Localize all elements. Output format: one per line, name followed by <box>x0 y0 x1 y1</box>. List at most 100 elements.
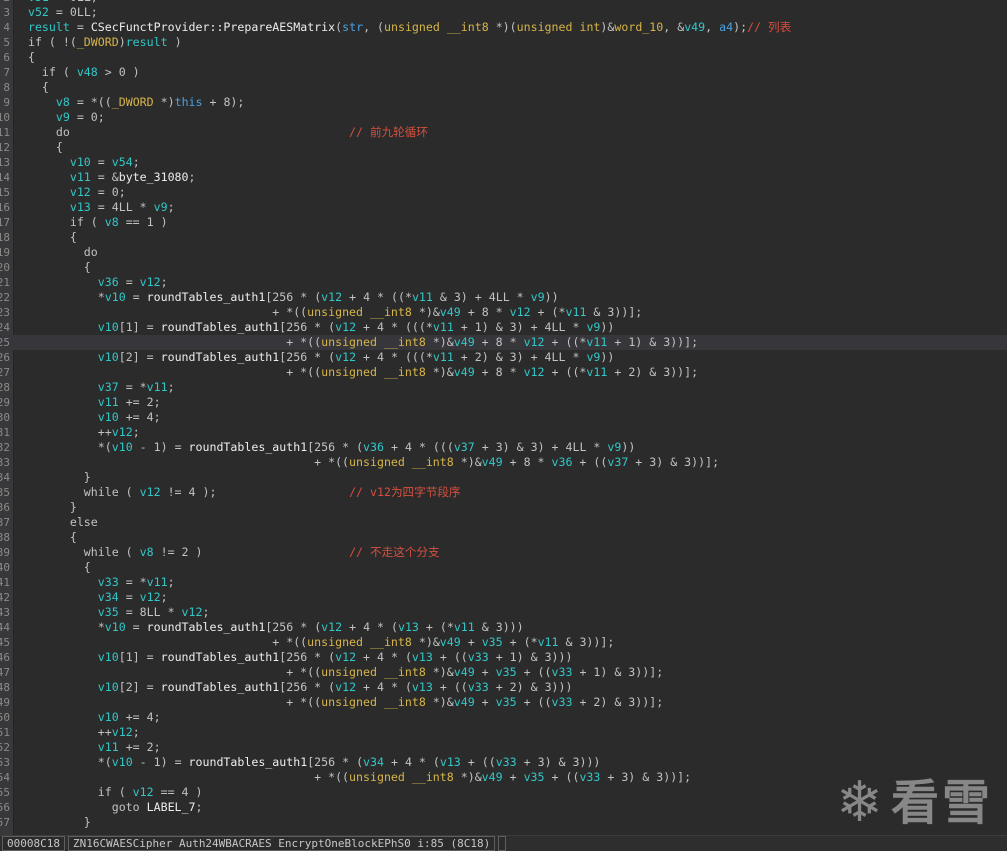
code-text: do // 前九轮循环 <box>14 125 428 139</box>
code-text: result = CSecFunctProvider::PrepareAESMa… <box>27 20 792 34</box>
code-line[interactable]: 4 result = CSecFunctProvider::PrepareAES… <box>0 20 1007 35</box>
line-number: 47 <box>0 666 10 679</box>
code-text: v36 = v12; <box>97 275 168 289</box>
code-text: v10[2] = roundTables_auth1[256 * (v12 + … <box>97 680 573 694</box>
code-text: { <box>14 50 35 64</box>
code-line[interactable]: 52 v11 += 2; <box>0 740 1007 755</box>
code-line[interactable]: 42 v34 = v12; <box>0 590 1007 605</box>
code-line[interactable]: 32 *(v10 - 1) = roundTables_auth1[256 * … <box>0 440 1007 455</box>
code-line[interactable]: 37 else <box>0 515 1007 530</box>
code-line[interactable]: 18 { <box>0 230 1007 245</box>
line-number: 43 <box>0 606 10 619</box>
code-line[interactable]: 53 *(v10 - 1) = roundTables_auth1[256 * … <box>0 755 1007 770</box>
code-line[interactable]: 39 while ( v8 != 2 ) // 不走这个分支 <box>0 545 1007 560</box>
line-number: 56 <box>0 801 10 814</box>
code-line[interactable]: 33 + *((unsigned __int8 *)&v49 + 8 * v36… <box>0 455 1007 470</box>
code-text: + *((unsigned __int8 *)&v49 + 8 * v12 + … <box>14 335 699 349</box>
code-text: + *((unsigned __int8 *)&v49 + v35 + ((v3… <box>14 665 664 679</box>
line-number: 8 <box>3 81 10 94</box>
code-line[interactable]: 46 v10[1] = roundTables_auth1[256 * (v12… <box>0 650 1007 665</box>
code-line[interactable]: 9 v8 = *((_DWORD *)this + 8); <box>0 95 1007 110</box>
code-line[interactable]: 38 { <box>0 530 1007 545</box>
decompiler-window: 2 v51 = 0LL;3 v52 = 0LL;4 result = CSecF… <box>0 0 1007 851</box>
line-number: 7 <box>3 66 10 79</box>
code-line[interactable]: 50 v10 += 4; <box>0 710 1007 725</box>
code-view: 2 v51 = 0LL;3 v52 = 0LL;4 result = CSecF… <box>0 0 1007 830</box>
code-line[interactable]: 7 if ( v48 > 0 ) <box>0 65 1007 80</box>
code-line[interactable]: 27 + *((unsigned __int8 *)&v49 + 8 * v12… <box>0 365 1007 380</box>
code-line[interactable]: 16 v13 = 4LL * v9; <box>0 200 1007 215</box>
code-line[interactable]: 13 v10 = v54; <box>0 155 1007 170</box>
code-line[interactable]: 49 + *((unsigned __int8 *)&v49 + v35 + (… <box>0 695 1007 710</box>
code-line[interactable]: 10 v9 = 0; <box>0 110 1007 125</box>
code-line[interactable]: 21 v36 = v12; <box>0 275 1007 290</box>
code-text: ++v12; <box>14 425 140 439</box>
code-line[interactable]: 8 { <box>0 80 1007 95</box>
line-number: 16 <box>0 201 10 214</box>
code-line[interactable]: 11 do // 前九轮循环 <box>0 125 1007 140</box>
status-spacer <box>498 836 507 851</box>
code-line[interactable]: 29 v11 += 2; <box>0 395 1007 410</box>
kanxue-watermark: ❄ 看雪 <box>836 775 993 831</box>
code-line[interactable]: 3 v52 = 0LL; <box>0 5 1007 20</box>
code-line[interactable]: 5 if ( !(_DWORD)result ) <box>0 35 1007 50</box>
code-line[interactable]: 34 } <box>0 470 1007 485</box>
code-line[interactable]: 14 v11 = &byte_31080; <box>0 170 1007 185</box>
code-line[interactable]: 41 v33 = *v11; <box>0 575 1007 590</box>
code-line[interactable]: 6 { <box>0 50 1007 65</box>
code-line[interactable]: 48 v10[2] = roundTables_auth1[256 * (v12… <box>0 680 1007 695</box>
code-text: { <box>14 80 49 94</box>
line-number: 11 <box>0 126 10 139</box>
line-number: 42 <box>0 591 10 604</box>
line-number: 25 <box>0 336 10 349</box>
line-number: 38 <box>0 531 10 544</box>
code-line[interactable]: 44 *v10 = roundTables_auth1[256 * (v12 +… <box>0 620 1007 635</box>
code-line[interactable]: 23 + *((unsigned __int8 *)&v49 + 8 * v12… <box>0 305 1007 320</box>
line-number: 54 <box>0 771 10 784</box>
code-line[interactable]: 36 } <box>0 500 1007 515</box>
code-text: if ( v12 == 4 ) <box>14 785 203 799</box>
code-line[interactable]: 31 ++v12; <box>0 425 1007 440</box>
line-number: 10 <box>0 111 10 124</box>
code-line[interactable]: 17 if ( v8 == 1 ) <box>0 215 1007 230</box>
code-line[interactable]: 12 { <box>0 140 1007 155</box>
code-line[interactable]: 40 { <box>0 560 1007 575</box>
line-number: 6 <box>3 51 10 64</box>
code-line[interactable]: 35 while ( v12 != 4 ); // v12为四字节段序 <box>0 485 1007 500</box>
line-number: 23 <box>0 306 10 319</box>
code-text: { <box>14 140 63 154</box>
line-number: 19 <box>0 246 10 259</box>
line-number: 50 <box>0 711 10 724</box>
code-line[interactable]: 24 v10[1] = roundTables_auth1[256 * (v12… <box>0 320 1007 335</box>
line-number: 3 <box>3 6 10 19</box>
code-text: + *((unsigned __int8 *)&v49 + 8 * v36 + … <box>14 455 720 469</box>
code-line[interactable]: 26 v10[2] = roundTables_auth1[256 * (v12… <box>0 350 1007 365</box>
code-text: v10 = v54; <box>69 155 140 169</box>
code-line[interactable]: 30 v10 += 4; <box>0 410 1007 425</box>
line-number: 4 <box>3 21 10 34</box>
line-number: 21 <box>0 276 10 289</box>
line-number: 12 <box>0 141 10 154</box>
code-line[interactable]: 19 do <box>0 245 1007 260</box>
comment: // 前九轮循环 <box>349 125 428 139</box>
code-text: if ( v8 == 1 ) <box>14 215 168 229</box>
code-line[interactable]: 51 ++v12; <box>0 725 1007 740</box>
line-number: 57 <box>0 816 10 829</box>
code-line[interactable]: 15 v12 = 0; <box>0 185 1007 200</box>
code-line[interactable]: 28 v37 = *v11; <box>0 380 1007 395</box>
line-number: 26 <box>0 351 10 364</box>
comment: // 不走这个分支 <box>349 545 440 559</box>
line-number: 17 <box>0 216 10 229</box>
line-number: 20 <box>0 261 10 274</box>
code-line[interactable]: 20 { <box>0 260 1007 275</box>
code-line[interactable]: 25 + *((unsigned __int8 *)&v49 + 8 * v12… <box>0 335 1007 350</box>
code-text: { <box>14 260 91 274</box>
code-line[interactable]: 45 + *((unsigned __int8 *)&v49 + v35 + (… <box>0 635 1007 650</box>
code-line[interactable]: 43 v35 = 8LL * v12; <box>0 605 1007 620</box>
code-text: v37 = *v11; <box>97 380 175 394</box>
code-line[interactable]: 47 + *((unsigned __int8 *)&v49 + v35 + (… <box>0 665 1007 680</box>
line-number: 52 <box>0 741 10 754</box>
code-line[interactable]: 22 *v10 = roundTables_auth1[256 * (v12 +… <box>0 290 1007 305</box>
line-number: 33 <box>0 456 10 469</box>
code-text: v13 = 4LL * v9; <box>69 200 175 214</box>
